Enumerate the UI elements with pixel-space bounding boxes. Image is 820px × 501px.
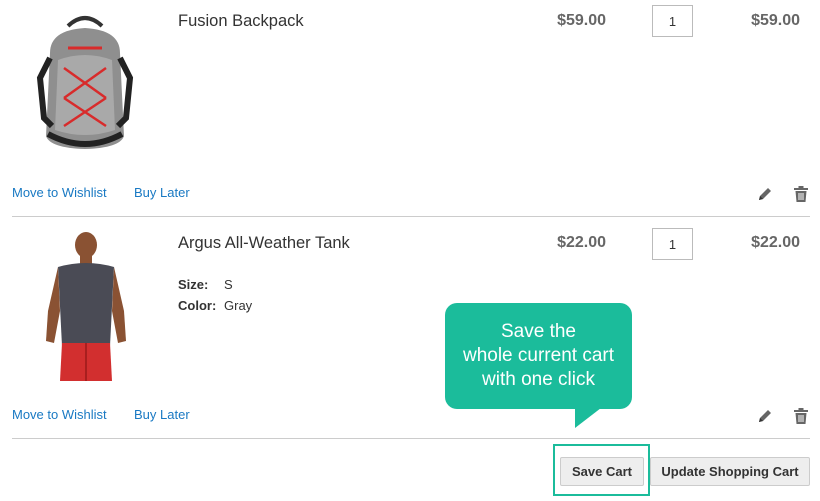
item-subtotal: $59.00 bbox=[751, 12, 800, 29]
tooltip-line: with one click bbox=[482, 369, 595, 390]
product-image-backpack[interactable] bbox=[20, 8, 150, 158]
save-cart-tooltip: Save the whole current cart with one cli… bbox=[445, 303, 632, 409]
tooltip-pointer bbox=[575, 408, 601, 428]
qty-input[interactable] bbox=[652, 5, 693, 37]
cart-item: Argus All-Weather Tank Size: S Color: Gr… bbox=[0, 217, 820, 439]
pencil-icon[interactable] bbox=[756, 185, 774, 203]
product-options: Size: S Color: Gray bbox=[178, 274, 252, 316]
buy-later-link[interactable]: Buy Later bbox=[134, 185, 190, 200]
cart-item: Fusion Backpack $59.00 $59.00 Move to Wi… bbox=[0, 0, 820, 217]
item-subtotal: $22.00 bbox=[751, 234, 800, 251]
save-cart-button[interactable]: Save Cart bbox=[560, 457, 644, 486]
product-name[interactable]: Fusion Backpack bbox=[178, 12, 304, 31]
tooltip-line: whole current cart bbox=[462, 345, 614, 366]
option-label: Size: bbox=[178, 277, 209, 292]
option-label: Color: bbox=[178, 298, 217, 313]
move-to-wishlist-link[interactable]: Move to Wishlist bbox=[12, 407, 107, 422]
item-price: $59.00 bbox=[557, 12, 606, 29]
option-value: S bbox=[224, 277, 233, 292]
option-value: Gray bbox=[224, 298, 253, 313]
product-name[interactable]: Argus All-Weather Tank bbox=[178, 234, 350, 253]
tooltip-line: Save the bbox=[501, 321, 576, 342]
option-color: Color: Gray bbox=[178, 295, 252, 316]
trash-icon[interactable] bbox=[792, 185, 810, 203]
move-to-wishlist-link[interactable]: Move to Wishlist bbox=[12, 185, 107, 200]
pencil-icon[interactable] bbox=[756, 407, 774, 425]
cart-divider bbox=[12, 438, 810, 439]
trash-icon[interactable] bbox=[792, 407, 810, 425]
qty-input[interactable] bbox=[652, 228, 693, 260]
product-image-tank[interactable] bbox=[20, 231, 150, 381]
item-price: $22.00 bbox=[557, 234, 606, 251]
update-shopping-cart-button[interactable]: Update Shopping Cart bbox=[650, 457, 810, 486]
option-size: Size: S bbox=[178, 274, 252, 295]
buy-later-link[interactable]: Buy Later bbox=[134, 407, 190, 422]
